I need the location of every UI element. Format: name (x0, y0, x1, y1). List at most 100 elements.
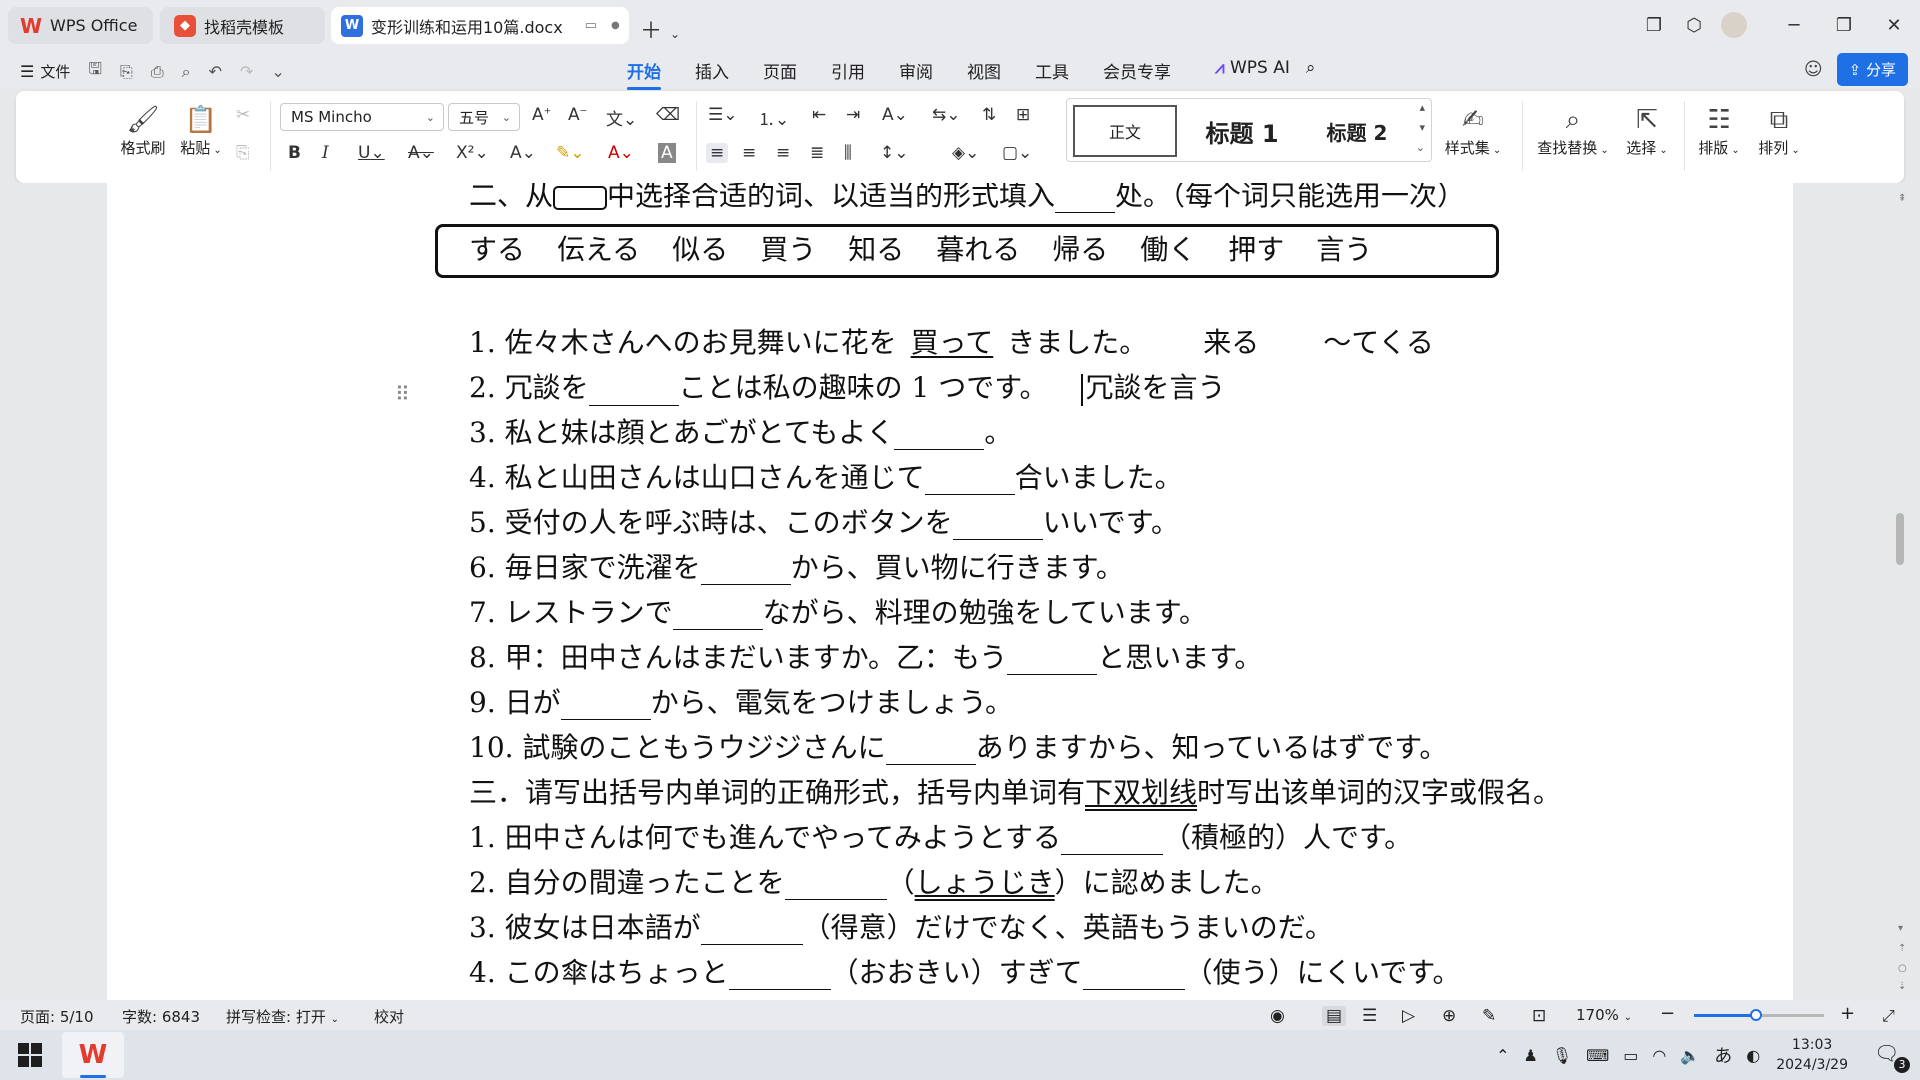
highlight-icon[interactable]: ✎⌄ (556, 143, 585, 163)
new-tab-plus-icon[interactable]: ＋ ⌄ (640, 13, 680, 45)
align-right-icon[interactable]: ≡ (776, 143, 790, 163)
copy-icon[interactable]: ⎘ (236, 143, 250, 163)
shrink-font-icon[interactable]: A− (568, 105, 587, 125)
scroll-top-icon[interactable]: ⇞ (1898, 193, 1906, 204)
font-color-icon[interactable]: A⌄ (608, 143, 634, 163)
word-count[interactable]: 字数: 6843 (122, 1006, 200, 1027)
text-direction-icon[interactable]: ⇆⌄ (932, 105, 961, 125)
volume-icon[interactable]: 🔈 (1680, 1046, 1700, 1065)
tab-references[interactable]: 引用 (831, 58, 865, 83)
distributed-icon[interactable]: ⫼ (844, 143, 852, 163)
spell-check-toggle[interactable]: 拼写检查: 打开 ⌄ (226, 1006, 339, 1027)
format-painter-button[interactable]: 🖌 格式刷 (118, 103, 168, 158)
outline-view-icon[interactable]: ☰ (1362, 1006, 1377, 1026)
underline-icon[interactable]: U⌄ (358, 143, 385, 163)
style-normal[interactable]: 正文 (1073, 105, 1177, 157)
find-replace-button[interactable]: ⌕ 查找替换 ⌄ (1534, 103, 1612, 158)
page-view-icon[interactable]: ▤ (1322, 1006, 1347, 1026)
increase-indent-icon[interactable]: ⇥ (846, 105, 860, 125)
windows-start-icon[interactable] (18, 1043, 42, 1067)
justify-icon[interactable]: ≣ (810, 143, 824, 163)
cut-icon[interactable]: ✂ (236, 105, 250, 125)
grow-font-icon[interactable]: A+ (532, 105, 551, 125)
tab-list-chevron-icon[interactable]: ⌄ (670, 27, 680, 41)
borders-icon[interactable]: ▢⌄ (1002, 143, 1032, 163)
zoom-slider[interactable] (1694, 1009, 1824, 1021)
char-shading-icon[interactable]: A (658, 143, 676, 163)
tab-insert[interactable]: 插入 (695, 58, 729, 83)
style-heading1[interactable]: 标题 1 (1187, 105, 1297, 157)
unsaved-dot-icon[interactable]: ● (611, 20, 620, 31)
font-name-select[interactable]: MS Mincho ⌄ (280, 103, 444, 131)
pen-icon[interactable]: ✎ (1482, 1006, 1496, 1026)
style-set-button[interactable]: ✍ 样式集 ⌄ (1442, 103, 1504, 158)
page-up-icon[interactable]: ▾ (1898, 923, 1903, 934)
superscript-icon[interactable]: X²⌄ (456, 143, 489, 163)
zoom-in-icon[interactable]: + (1840, 1003, 1855, 1024)
tab-member[interactable]: 会员专享 (1103, 58, 1171, 83)
styles-expand-icon[interactable]: ⌄ (1416, 141, 1425, 154)
page-indicator[interactable]: 页面: 5/10 (20, 1006, 94, 1027)
chinese-layout-icon[interactable]: A⌄ (882, 105, 908, 125)
redo-icon[interactable]: ↷ (240, 62, 253, 81)
eye-protection-icon[interactable]: ◉ (1270, 1006, 1285, 1026)
print-icon[interactable]: ⎙ (151, 62, 164, 82)
tab-review[interactable]: 审阅 (899, 58, 933, 83)
bold-icon[interactable]: B (288, 143, 301, 163)
cube-icon[interactable]: ⬡ (1674, 15, 1714, 36)
zoom-select[interactable]: 170% ⌄ (1576, 1006, 1632, 1024)
tab-home[interactable]: 开始 (627, 58, 661, 90)
tab-view[interactable]: 视图 (967, 58, 1001, 83)
fullscreen-icon[interactable]: ⤢ (1882, 1006, 1895, 1026)
export-icon[interactable]: ⎘ (120, 62, 133, 82)
clear-format-icon[interactable]: ⌫ (656, 105, 680, 125)
qq-icon[interactable]: ♟ (1523, 1046, 1537, 1065)
file-menu[interactable]: 文件 (40, 61, 70, 82)
web-view-icon[interactable]: ⊕ (1442, 1006, 1456, 1026)
zoom-slider-knob[interactable] (1750, 1009, 1763, 1021)
select-button[interactable]: ⇱ 选择 ⌄ (1622, 103, 1672, 158)
hamburger-menu-icon[interactable]: ☰ (20, 62, 34, 81)
align-left-icon[interactable]: ≡ (706, 143, 729, 163)
drag-handle-icon[interactable]: ⠿ (395, 382, 410, 406)
layout-button[interactable]: ☷ 排版 ⌄ (1694, 103, 1744, 158)
numbered-list-icon[interactable]: ⒈⌄ (758, 105, 789, 130)
comment-bubble-icon[interactable]: ☺ (1804, 59, 1823, 80)
next-page-icon[interactable]: ⇣ (1898, 981, 1906, 992)
vertical-scrollbar[interactable]: ⇞ ▾ ⇡ ○ ⇣ (1890, 183, 1920, 1000)
sort-icon[interactable]: ⇅ (982, 105, 996, 125)
font-size-select[interactable]: 五号 ⌄ (448, 103, 520, 131)
customize-quick-access-chevron-icon[interactable]: ⌄ (271, 62, 284, 81)
search-icon[interactable]: ⌕ (1306, 58, 1316, 83)
tab-current-document[interactable]: W 变形训练和运用10篇.docx ▭ ● (331, 7, 629, 44)
tab-docer-templates[interactable]: ◆ 找稻壳模板 (160, 7, 325, 44)
styles-scroll-down-icon[interactable]: ▾ (1419, 121, 1425, 134)
wps-ai-button[interactable]: ⩘ WPS AI (1215, 58, 1290, 83)
show-marks-icon[interactable]: ⊞ (1016, 105, 1030, 125)
battery-icon[interactable]: ▭ (1623, 1046, 1638, 1065)
line-spacing-icon[interactable]: ↕⌄ (880, 143, 909, 163)
tab-tools[interactable]: 工具 (1035, 58, 1069, 83)
phonetic-guide-icon[interactable]: 文⌄ (606, 105, 637, 130)
clock[interactable]: 13:03 2024/3/29 (1776, 1035, 1848, 1075)
shading-icon[interactable]: ◈⌄ (952, 143, 979, 163)
wifi-icon[interactable]: ◠ (1652, 1046, 1666, 1065)
minimize-icon[interactable]: ─ (1774, 15, 1814, 36)
italic-icon[interactable]: I (322, 143, 329, 163)
microphone-icon[interactable]: 🎙 (1552, 1046, 1572, 1065)
save-icon[interactable]: 🖫 (88, 58, 102, 85)
style-heading2[interactable]: 标题 2 (1307, 105, 1407, 157)
tab-wps-office[interactable]: W WPS Office (8, 7, 153, 44)
paste-button[interactable]: 📋 粘贴 ⌄ (176, 103, 226, 158)
user-avatar[interactable] (1714, 12, 1754, 38)
document-page[interactable]: 二、从 中选择合适的词、以适当的形式填入 处。（每个词只能选用一次） する 伝える 似る… (107, 183, 1793, 1000)
styles-scroll-up-icon[interactable]: ▴ (1419, 101, 1425, 114)
taskbar-wps-app[interactable]: W (62, 1032, 124, 1078)
restore-icon[interactable]: ❐ (1824, 15, 1864, 36)
ime-mode-icon[interactable]: ◐ (1746, 1046, 1760, 1065)
select-browse-icon[interactable]: ○ (1898, 963, 1907, 974)
prev-page-icon[interactable]: ⇡ (1898, 943, 1906, 954)
fit-page-icon[interactable]: ⊡ (1532, 1006, 1546, 1026)
tab-monitor-icon[interactable]: ▭ (585, 18, 597, 33)
ime-indicator[interactable]: あ (1714, 1042, 1732, 1068)
